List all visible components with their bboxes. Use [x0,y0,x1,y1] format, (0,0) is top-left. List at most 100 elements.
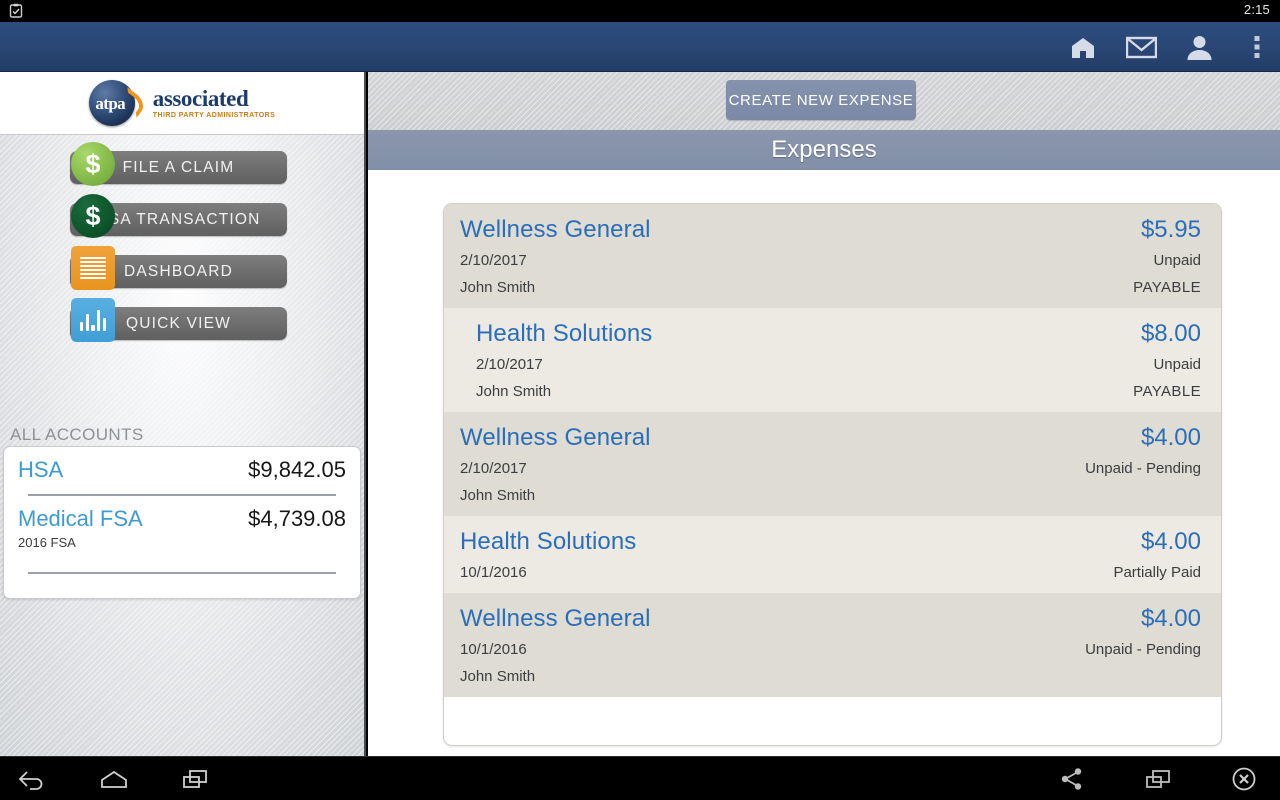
all-accounts-label: ALL ACCOUNTS [10,425,144,444]
screenshot-icon[interactable] [1140,761,1176,797]
expense-amount: $4.00 [1140,605,1201,632]
logo-badge-icon: atpa [88,80,148,126]
expense-date: 2/10/2017 [460,252,527,269]
page-title: Expenses [368,130,1280,170]
expense-row-secondary: 10/1/2016 Partially Paid [460,564,1201,581]
expense-person: John Smith [460,668,536,685]
nav-bar-left-group [14,757,214,800]
expense-row[interactable]: Wellness General $4.00 2/10/2017 Unpaid … [444,412,1221,516]
expense-amount: $8.00 [1140,320,1201,347]
expense-amount: $5.95 [1140,216,1201,243]
expense-payable-badge: PAYABLE [1133,279,1201,296]
expense-person: John Smith [460,487,536,504]
expense-merchant: Health Solutions [476,320,653,347]
expense-merchant: Wellness General [460,605,651,632]
home-icon[interactable] [1066,30,1100,64]
sidebar-item-file-a-claim[interactable]: FILE A CLAIM $ [0,142,364,194]
dollar-circle-green-icon: $ [71,142,115,186]
account-name: HSA [18,457,64,482]
expense-row-secondary: 2/10/2017 Unpaid - Pending [460,460,1201,477]
expense-row[interactable]: Health Solutions $4.00 10/1/2016 Partial… [444,516,1221,593]
expense-merchant: Wellness General [460,216,651,243]
mail-envelope-icon[interactable] [1124,30,1158,64]
expense-row-primary: Health Solutions $8.00 [476,320,1201,348]
sidebar-nav-list: FILE A CLAIM $ HSA TRANSACTION $ DASHBOA… [0,142,364,350]
expense-row[interactable]: Wellness General $5.95 2/10/2017 Unpaid … [444,204,1221,308]
expense-row-secondary: 2/10/2017 Unpaid [476,356,1201,373]
expense-row-tertiary: John Smith [460,487,1201,504]
logo-word-main: associated [152,86,249,111]
account-item-medical-fsa[interactable]: Medical FSA $4,739.08 2016 FSA [4,496,360,574]
main-content: CREATE NEW EXPENSE Expenses Wellness Gen… [368,72,1280,756]
brand-logo-panel: atpa associated THIRD PARTY ADMINISTRATO… [0,72,364,135]
account-item-hsa[interactable]: HSA $9,842.05 [4,447,360,496]
sidebar-item-hsa-transaction[interactable]: HSA TRANSACTION $ [0,194,364,246]
recents-icon[interactable] [178,761,214,797]
logo-swoosh-icon [115,87,148,118]
expense-status: Unpaid - Pending [1085,460,1201,477]
expense-payable-badge: PAYABLE [1133,383,1201,400]
expense-row-primary: Health Solutions $4.00 [460,528,1201,556]
logo-wordmark: associated THIRD PARTY ADMINISTRATORS [153,87,276,119]
expense-list-wrapper: Wellness General $5.95 2/10/2017 Unpaid … [368,170,1280,756]
app-action-bar [0,22,1280,72]
expense-person: John Smith [476,383,552,400]
account-header: HSA $9,842.05 [18,457,346,483]
sidebar: atpa associated THIRD PARTY ADMINISTRATO… [0,72,366,756]
accounts-card: HSA $9,842.05 Medical FSA $4,739.08 2016… [3,446,361,599]
bar-chart-glyph [80,309,107,331]
expense-row[interactable]: Health Solutions $8.00 2/10/2017 Unpaid … [444,308,1221,412]
android-navigation-bar [0,756,1280,800]
account-name: Medical FSA [18,506,143,531]
expense-date: 2/10/2017 [476,356,543,373]
close-icon[interactable] [1226,761,1262,797]
sidebar-item-label: FILE A CLAIM [122,158,235,176]
expense-row-secondary: 10/1/2016 Unpaid - Pending [460,641,1201,658]
expense-row-primary: Wellness General $4.00 [460,605,1201,633]
expense-row-tertiary: John Smith PAYABLE [460,279,1201,296]
expense-date: 2/10/2017 [460,460,527,477]
sidebar-item-label: QUICK VIEW [125,314,231,332]
dollar-glyph: $ [85,200,101,231]
expense-merchant: Health Solutions [460,528,637,555]
status-bar-clock: 2:15 [1243,2,1270,17]
dollar-circle-darkgreen-icon: $ [71,194,115,238]
atpa-logo: atpa associated THIRD PARTY ADMINISTRATO… [88,80,276,126]
sidebar-item-label: DASHBOARD [124,262,233,280]
expense-amount: $4.00 [1140,528,1201,555]
logo-word-sub: THIRD PARTY ADMINISTRATORS [152,112,276,119]
receipt-lines-orange-icon [71,246,115,290]
expense-list: Wellness General $5.95 2/10/2017 Unpaid … [443,203,1222,746]
dollar-glyph: $ [85,148,101,179]
android-status-bar: 2:15 [0,0,1280,22]
expense-merchant: Wellness General [460,424,651,451]
user-profile-icon[interactable] [1182,30,1216,64]
sidebar-item-dashboard[interactable]: DASHBOARD [0,246,364,298]
device-screen: 2:15 atpa associated THIRD PARTY ADMINIS… [0,0,1280,800]
expense-row[interactable]: Wellness General $4.00 10/1/2016 Unpaid … [444,593,1221,697]
expense-row-primary: Wellness General $4.00 [460,424,1201,452]
overflow-menu-icon[interactable] [1240,30,1274,64]
account-balance: $9,842.05 [248,457,346,482]
expense-person: John Smith [460,279,536,296]
divider [28,572,336,574]
expense-date: 10/1/2016 [460,564,527,581]
content-toolbar: CREATE NEW EXPENSE [368,72,1280,130]
expense-status: Partially Paid [1113,564,1201,581]
expense-row-tertiary: John Smith PAYABLE [476,383,1201,400]
nav-bar-right-group [1054,757,1262,800]
account-header: Medical FSA $4,739.08 [18,506,346,532]
home-icon[interactable] [96,761,132,797]
sidebar-item-quick-view[interactable]: QUICK VIEW [0,298,364,350]
expense-amount: $4.00 [1140,424,1201,451]
expense-status: Unpaid [1153,252,1201,269]
account-subtitle: 2016 FSA [18,535,76,550]
create-new-expense-button[interactable]: CREATE NEW EXPENSE [726,80,916,120]
account-balance: $4,739.08 [248,506,346,531]
expense-row-tertiary: John Smith [460,668,1201,685]
share-icon[interactable] [1054,761,1090,797]
bar-chart-blue-icon [71,298,115,342]
back-icon[interactable] [14,761,50,797]
expense-status: Unpaid [1153,356,1201,373]
expense-status: Unpaid - Pending [1085,641,1201,658]
